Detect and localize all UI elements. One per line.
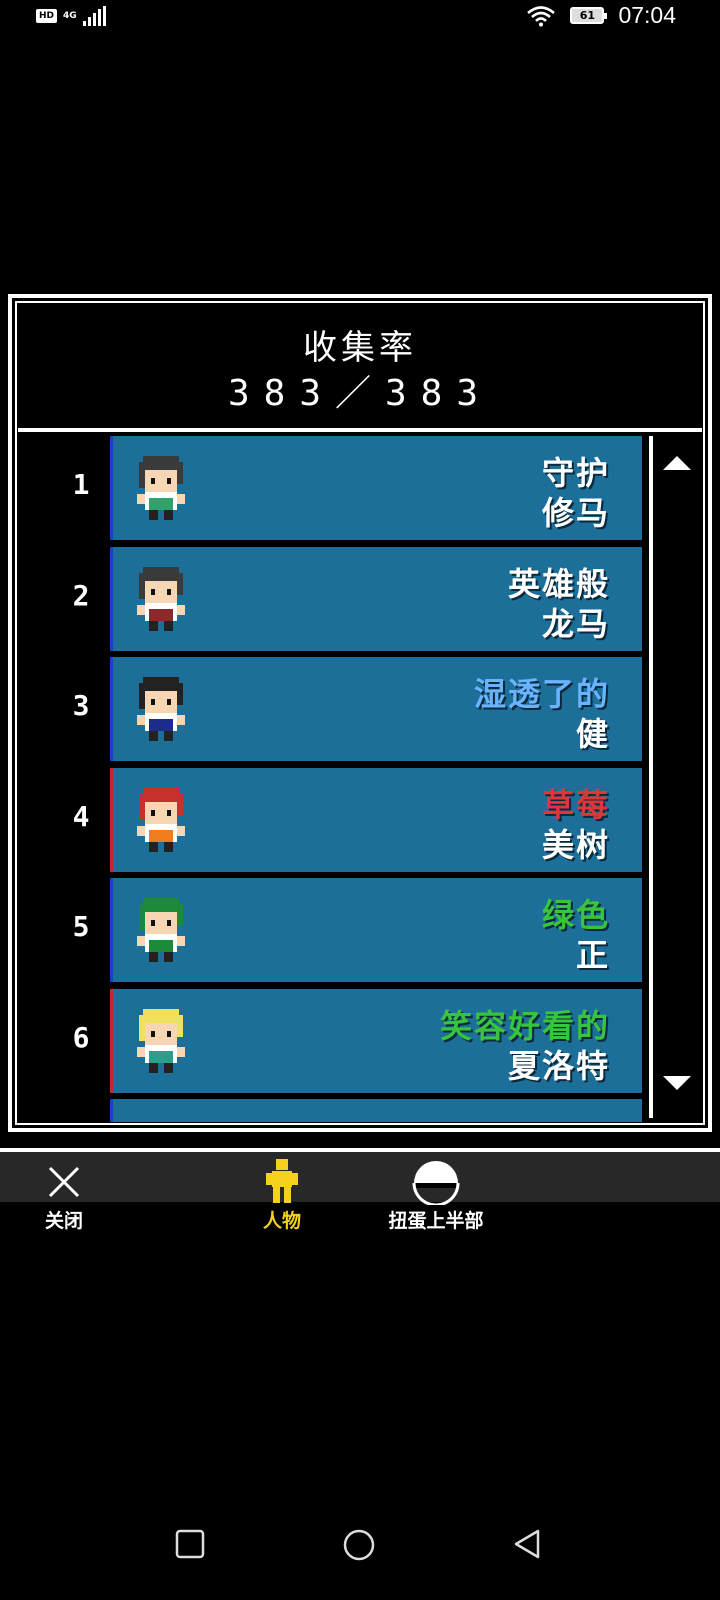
status-right: 61 07:04	[526, 2, 676, 29]
character-card[interactable]: 英雄般 龙马	[110, 546, 642, 651]
person-icon	[222, 1159, 342, 1204]
characters-label: 人物	[262, 1210, 301, 1232]
character-avatar-icon	[131, 563, 191, 635]
character-card[interactable]: 笑容好看的 夏洛特	[110, 988, 642, 1093]
status-left: HD 4G	[36, 6, 106, 26]
network-type: 4G	[63, 11, 77, 21]
character-row[interactable]: 2 英雄般 龙马	[18, 546, 648, 651]
character-card[interactable]	[110, 1099, 642, 1122]
row-number: 6	[72, 1020, 90, 1054]
collection-title: 收集率	[303, 328, 417, 368]
signal-icon	[82, 6, 106, 26]
character-list[interactable]: 1 守护 修马 2 英雄般 龙马 3 湿透了的健 4 草莓 美树 5 绿色正 6 笑容好看的 夏洛特	[18, 436, 648, 1122]
wifi-icon	[526, 5, 556, 27]
character-row[interactable]: 5 绿色正	[18, 878, 648, 982]
divider	[18, 428, 702, 432]
character-row[interactable]: 6 笑容好看的 夏洛特	[18, 988, 648, 1093]
character-name: 正	[575, 936, 610, 974]
character-card[interactable]: 草莓 美树	[110, 767, 642, 872]
character-row[interactable]: 4 草莓 美树	[18, 767, 648, 872]
home-button[interactable]	[342, 1528, 376, 1566]
character-avatar-icon	[131, 673, 191, 745]
character-name: 修马	[541, 494, 610, 532]
character-avatar-icon	[131, 452, 191, 524]
status-bar: HD 4G 61 07:04	[0, 0, 720, 34]
character-name: 夏洛特	[507, 1046, 610, 1085]
row-number: 4	[72, 799, 90, 833]
clock: 07:04	[618, 2, 676, 28]
character-name: 龙马	[541, 604, 610, 643]
egg-top-label: 扭蛋上半部	[388, 1210, 484, 1232]
scrollbar[interactable]	[649, 436, 653, 1118]
row-number: 1	[72, 468, 90, 501]
character-name: 美树	[541, 825, 610, 864]
capsule-icon	[376, 1160, 496, 1205]
scroll-down-arrow-icon[interactable]	[660, 1072, 694, 1094]
egg-top-button[interactable]: 扭蛋上半部	[376, 1160, 496, 1233]
row-number: 5	[72, 910, 90, 943]
close-button[interactable]: 关闭	[4, 1160, 124, 1233]
character-avatar-icon	[131, 784, 191, 856]
character-row[interactable]: 1 守护 修马	[18, 436, 648, 540]
system-nav-bar	[0, 1520, 720, 1580]
character-avatar-icon	[131, 1005, 191, 1077]
scroll-up-arrow-icon[interactable]	[660, 452, 694, 474]
recent-apps-button[interactable]	[174, 1528, 206, 1564]
characters-tab[interactable]: 人物	[222, 1159, 342, 1233]
character-row[interactable]: 3 湿透了的健	[18, 657, 648, 761]
close-icon	[4, 1160, 124, 1204]
character-avatar-icon	[131, 894, 191, 966]
character-row[interactable]	[18, 1099, 648, 1122]
hd-badge: HD	[36, 9, 58, 23]
character-name: 健	[575, 715, 610, 753]
battery-icon: 61	[570, 7, 608, 24]
back-button[interactable]	[512, 1528, 544, 1564]
row-number: 3	[72, 689, 90, 722]
character-card[interactable]: 湿透了的健	[110, 657, 642, 761]
close-label: 关闭	[44, 1210, 83, 1232]
collection-panel: 收集率 383／383 1 守护 修马 2 英雄般 龙马 3 湿透了的健 4 草莓 美树 5 绿色正 6 笑…	[8, 294, 712, 1132]
collection-count: 383／383	[227, 373, 493, 414]
character-card[interactable]: 绿色正	[110, 878, 642, 982]
character-card[interactable]: 守护 修马	[110, 436, 642, 540]
row-number: 2	[72, 578, 90, 612]
